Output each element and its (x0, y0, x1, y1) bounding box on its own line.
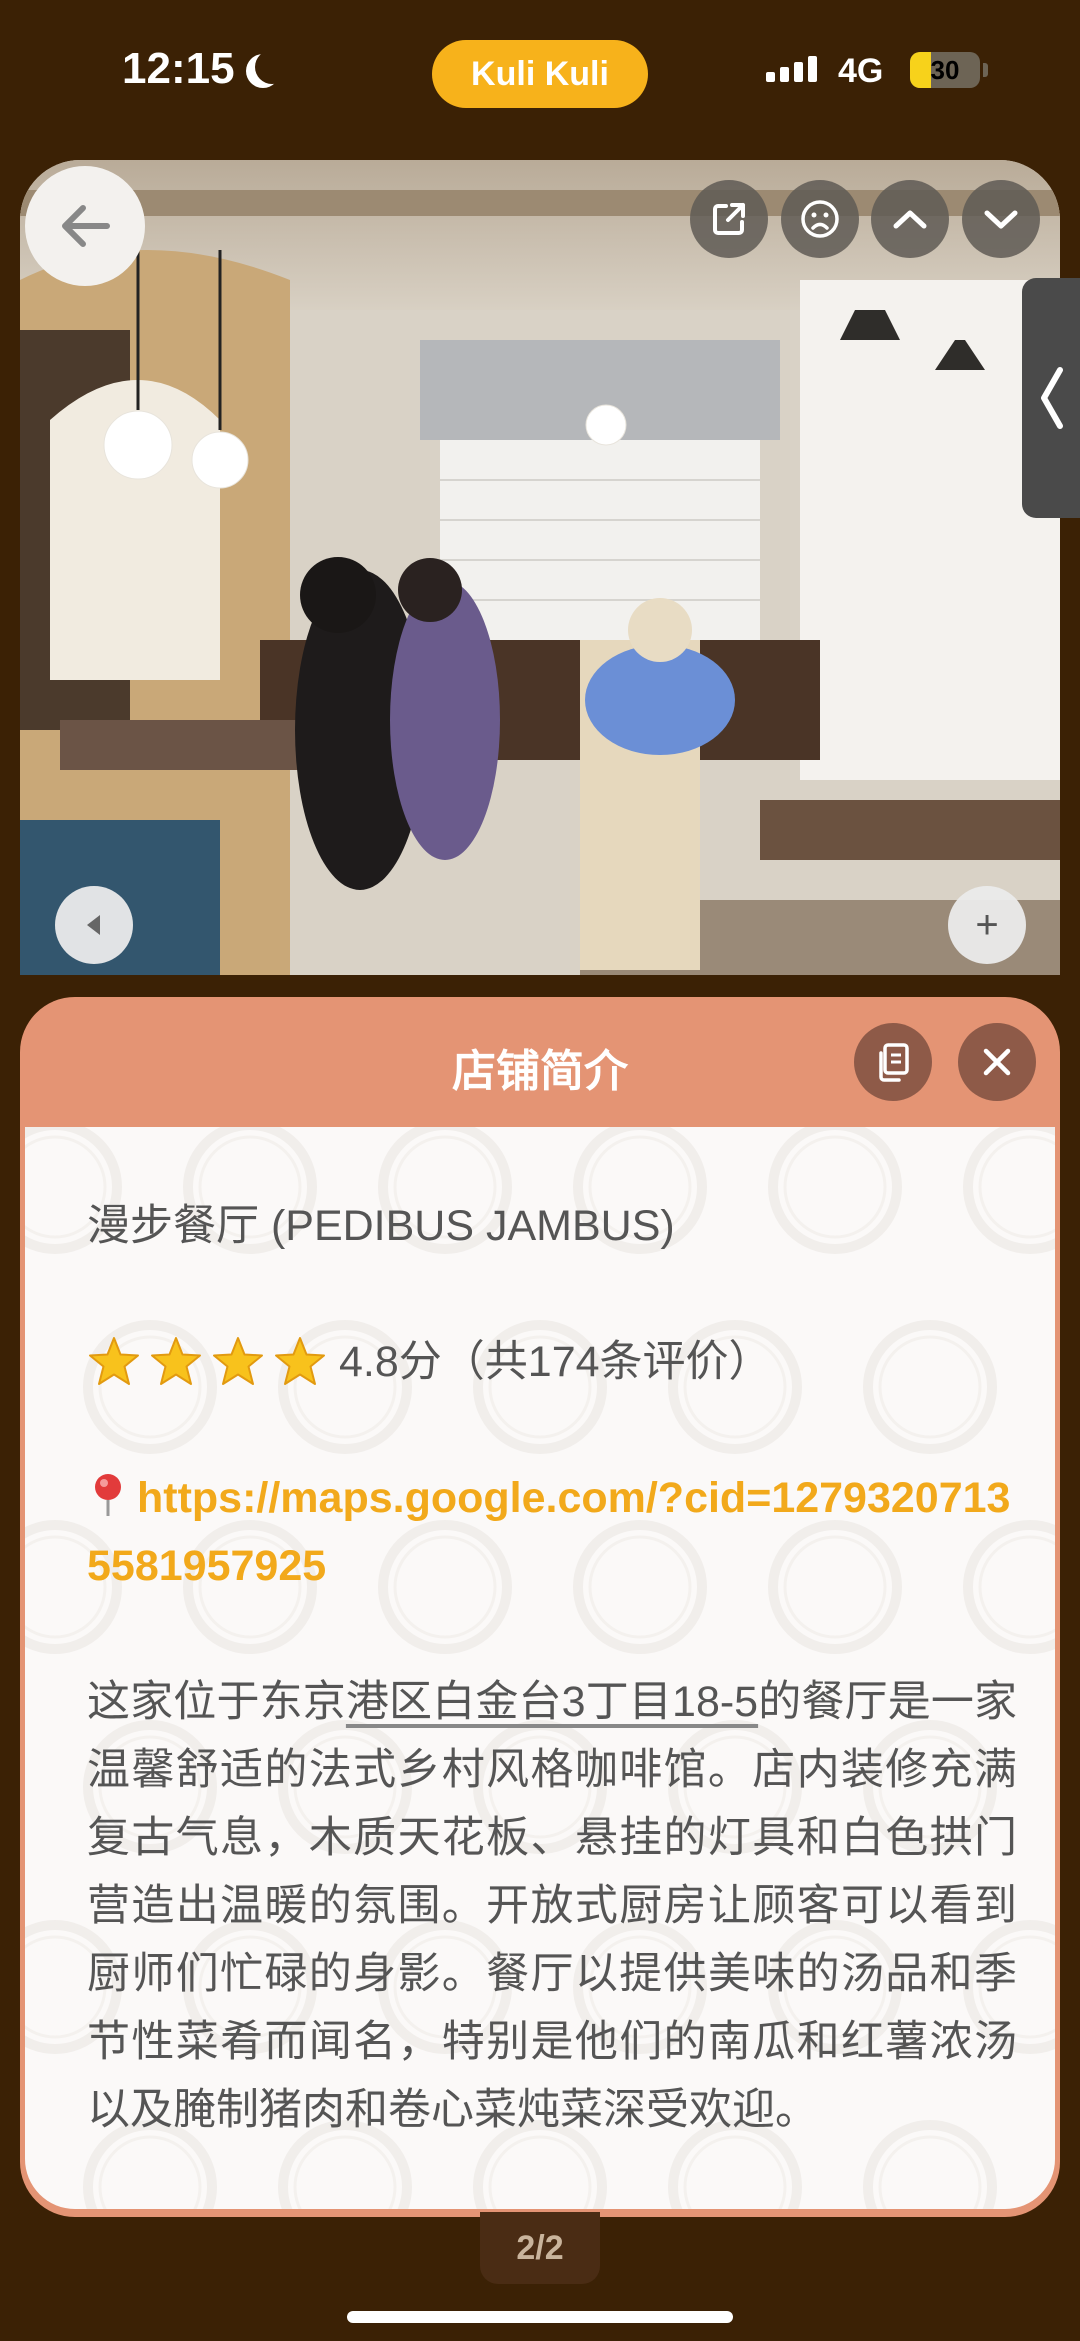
status-bar: 12:15 Kuli Kuli 4G 30 (0, 0, 1080, 150)
chevron-down-icon (984, 210, 1018, 229)
map-link-text[interactable]: https://maps.google.com/?cid=12793207135… (87, 1474, 1010, 1590)
info-content: 漫步餐厅 (PEDIBUS JAMBUS) 4.8分（共174条评价） http… (87, 1192, 1017, 2144)
address-link[interactable]: 港区白金台3丁目18-5 (346, 1678, 758, 1726)
copy-icon (879, 1043, 909, 1082)
battery-level: 30 (930, 54, 960, 85)
share-button[interactable] (690, 180, 768, 258)
previous-image-button[interactable] (55, 886, 133, 964)
triangle-left-icon (87, 915, 100, 935)
status-time: 12:15 (122, 44, 279, 94)
map-link[interactable]: https://maps.google.com/?cid=12793207135… (87, 1464, 1017, 1600)
chevron-up-icon (893, 210, 927, 229)
shop-description: 这家位于东京港区白金台3丁目18-5的餐厅是一家温馨舒适的法式乡村风格咖啡馆。店… (87, 1668, 1017, 2144)
signal-icon (766, 54, 817, 82)
battery-tip (983, 63, 988, 77)
rating-text: 4.8分（共174条评价） (339, 1338, 772, 1386)
back-button[interactable] (25, 166, 145, 286)
shop-info-panel: 店铺简介 漫步餐厅 (PEDIBUS JAMBUS) 4.8分（共174条评价）… (20, 997, 1060, 2217)
battery-icon: 30 (910, 52, 980, 88)
scroll-down-button[interactable] (962, 180, 1040, 258)
app-name-pill[interactable]: Kuli Kuli (432, 40, 648, 108)
star-icon (151, 1337, 201, 1385)
side-panel-tab[interactable] (1022, 278, 1080, 518)
description-rest: 的餐厅是一家温馨舒适的法式乡村风格咖啡馆。店内装修充满复古气息，木质天花板、悬挂… (87, 1678, 1017, 2134)
restaurant-photo[interactable] (20, 160, 1060, 975)
sad-face-icon (801, 200, 839, 238)
description-prefix: 这家位于东京 (87, 1678, 346, 1726)
close-button[interactable] (958, 1023, 1036, 1101)
network-type: 4G (838, 52, 884, 90)
rating: 4.8分（共174条评价） (87, 1328, 1017, 1396)
dislike-button[interactable] (781, 180, 859, 258)
copy-button[interactable] (854, 1023, 932, 1101)
pin-icon (95, 1474, 121, 1516)
star-rating (87, 1335, 327, 1389)
star-icon (275, 1337, 325, 1385)
page-indicator: 2/2 (480, 2212, 600, 2284)
moon-icon (255, 50, 289, 84)
share-icon (713, 203, 745, 235)
scroll-up-button[interactable] (871, 180, 949, 258)
star-icon (89, 1337, 139, 1385)
add-button[interactable]: + (948, 886, 1026, 964)
home-indicator[interactable] (347, 2311, 733, 2323)
star-icon (213, 1337, 263, 1385)
shop-name: 漫步餐厅 (PEDIBUS JAMBUS) (87, 1202, 675, 1250)
back-arrow-icon (62, 205, 110, 247)
plus-icon: + (975, 902, 999, 947)
chevron-left-icon (1041, 367, 1063, 429)
close-icon (983, 1048, 1011, 1076)
clock-text: 12:15 (122, 44, 235, 93)
info-card: 漫步餐厅 (PEDIBUS JAMBUS) 4.8分（共174条评价） http… (25, 1127, 1055, 2209)
